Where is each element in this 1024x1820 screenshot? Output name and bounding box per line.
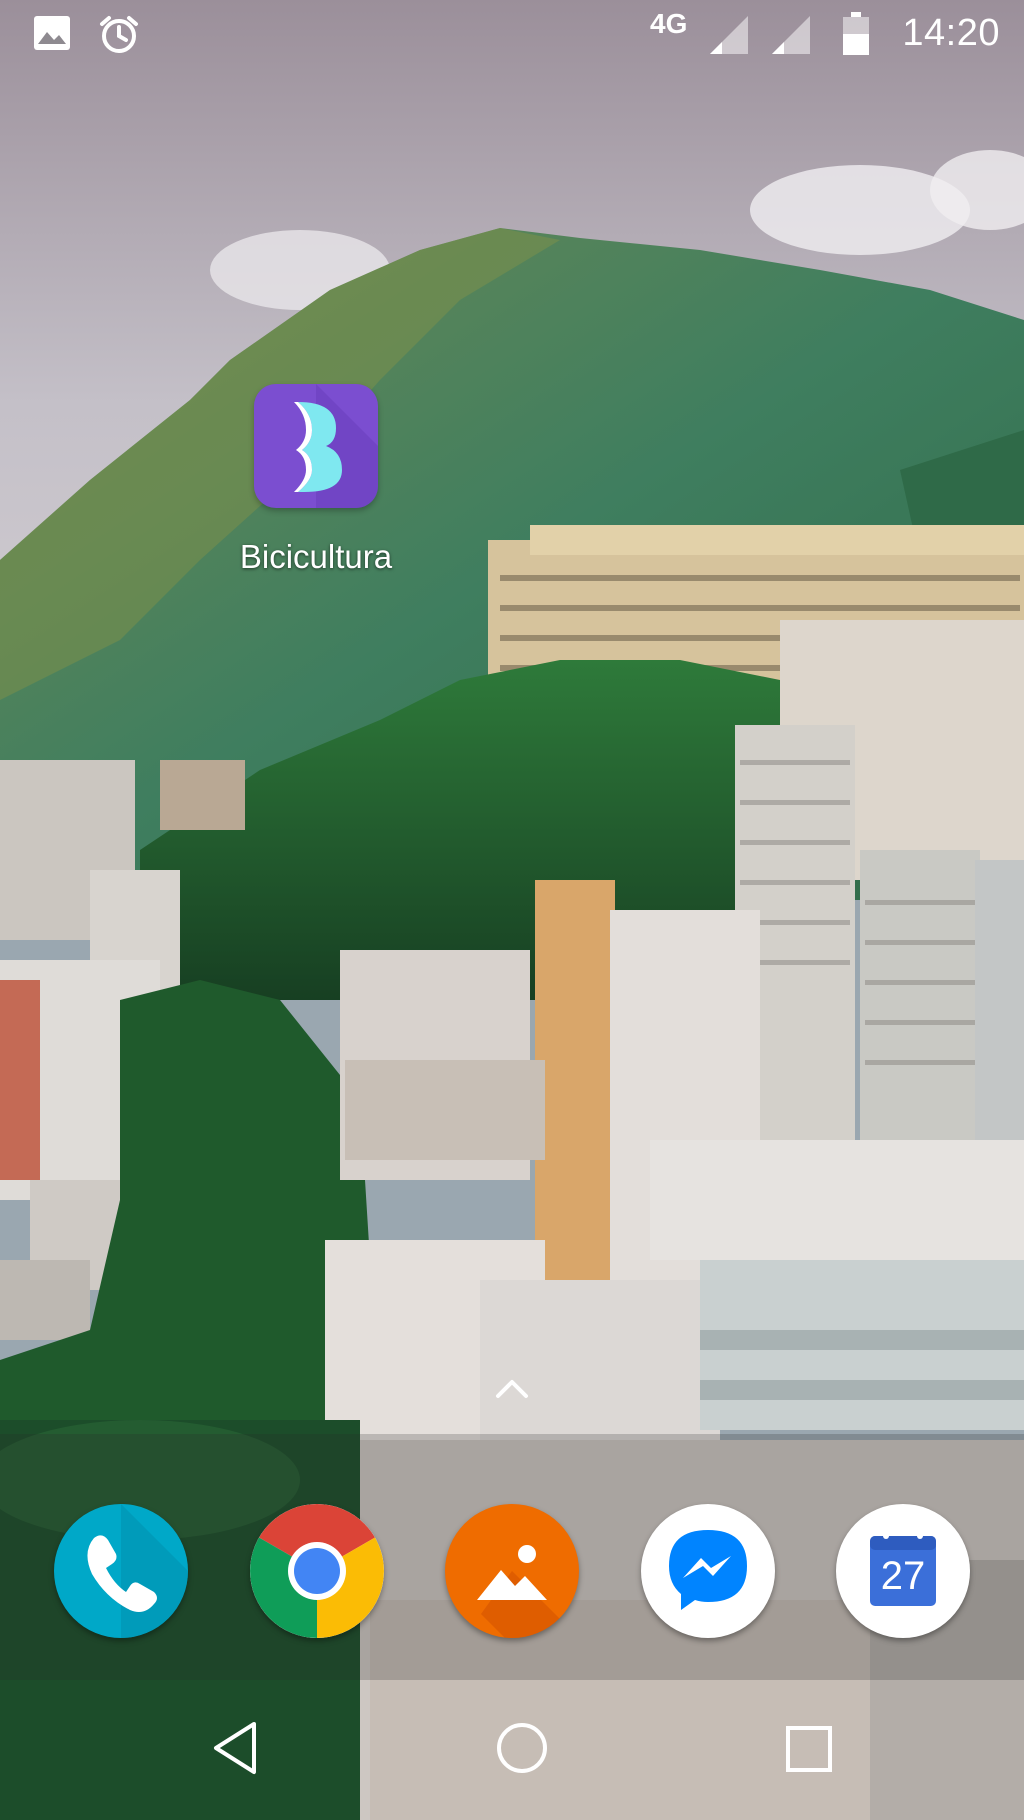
calendar-app-icon[interactable]: 27 [836, 1504, 970, 1638]
calendar-date: 27 [880, 1554, 926, 1598]
bicicultura-app-icon [254, 384, 378, 508]
image-icon [32, 14, 72, 57]
bicicultura-shortcut[interactable]: Bicicultura [230, 384, 402, 576]
battery-icon [842, 12, 870, 61]
signal-icon [708, 14, 750, 61]
shortcut-label: Bicicultura [239, 538, 393, 575]
gallery-app-icon[interactable] [445, 1504, 579, 1638]
recents-icon[interactable] [784, 1724, 834, 1779]
clock: 14:20 [902, 12, 1000, 54]
app-drawer-handle[interactable] [492, 1374, 532, 1402]
phone-app-icon[interactable] [54, 1504, 188, 1638]
network-type-label: 4G [650, 8, 688, 39]
home-icon[interactable] [494, 1720, 550, 1781]
dock: 27 [0, 1434, 1024, 1680]
navigation-bar [0, 1690, 1024, 1820]
chrome-app-icon[interactable] [250, 1504, 384, 1638]
signal-icon-2 [770, 14, 812, 61]
alarm-icon [98, 14, 140, 61]
back-icon[interactable] [210, 1720, 260, 1781]
messenger-app-icon[interactable] [641, 1504, 775, 1638]
status-bar: 4G 14:20 [0, 0, 1024, 68]
